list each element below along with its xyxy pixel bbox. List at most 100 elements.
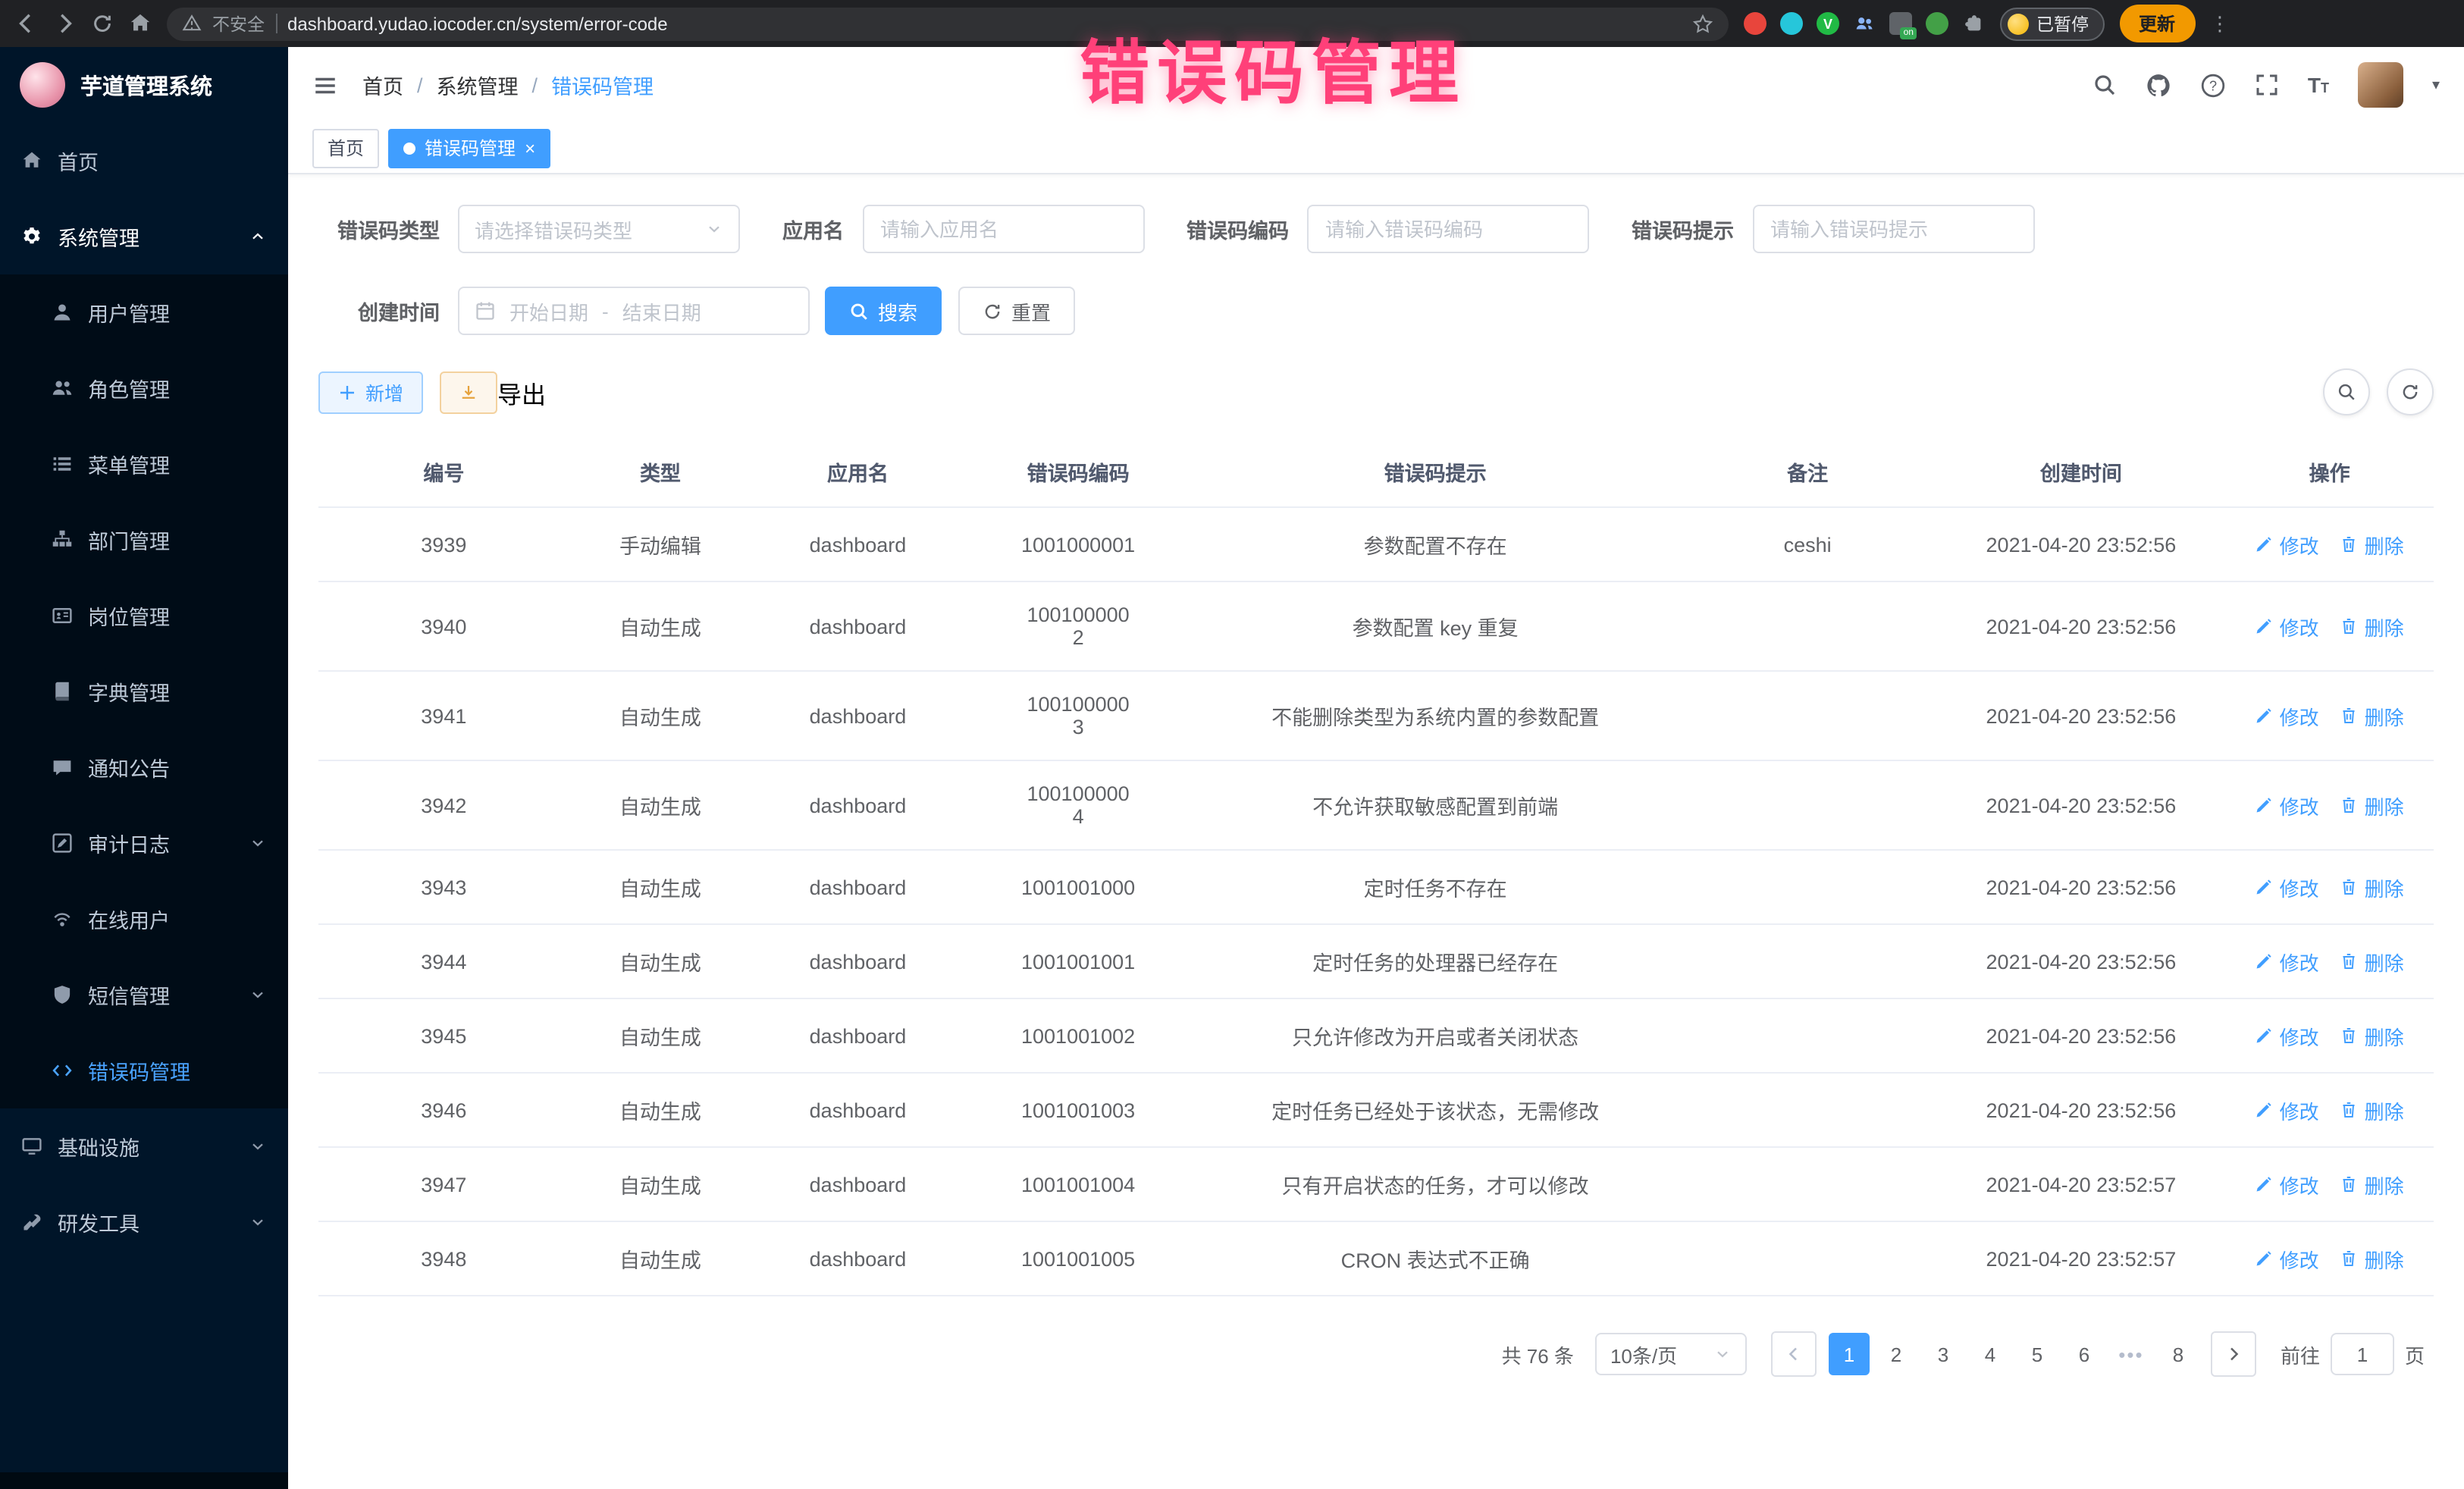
sidebar-item-7[interactable]: 字典管理 (0, 654, 288, 729)
goto-page-input[interactable] (2331, 1333, 2394, 1375)
sidebar-item-8[interactable]: 通知公告 (0, 729, 288, 805)
cell-hint: 定时任务的处理器已经存在 (1192, 924, 1678, 998)
edit-link[interactable]: 修改 (2256, 530, 2319, 559)
sidebar-item-5[interactable]: 部门管理 (0, 502, 288, 578)
edit-link[interactable]: 修改 (2256, 1170, 2319, 1199)
extension-pin-icon[interactable] (1780, 12, 1803, 35)
more-pages-icon[interactable]: ••• (2111, 1333, 2152, 1375)
delete-link[interactable]: 删除 (2340, 1170, 2404, 1199)
sidebar-item-14[interactable]: 研发工具 (0, 1184, 288, 1260)
delete-link[interactable]: 删除 (2340, 530, 2404, 559)
delete-link[interactable]: 删除 (2340, 1096, 2404, 1124)
fullscreen-icon[interactable] (2255, 73, 2279, 97)
page-number-3[interactable]: 3 (1923, 1333, 1964, 1375)
extension-people-icon[interactable] (1853, 12, 1876, 35)
edit-link[interactable]: 修改 (2256, 947, 2319, 976)
edit-link[interactable]: 修改 (2256, 612, 2319, 641)
search-button[interactable]: 搜索 (825, 287, 942, 335)
tag-0[interactable]: 首页 (312, 128, 379, 168)
cell-id: 3941 (318, 671, 569, 760)
breadcrumb-item[interactable]: 首页 (362, 70, 403, 100)
page-number-4[interactable]: 4 (1970, 1333, 2011, 1375)
edit-link[interactable]: 修改 (2256, 1021, 2319, 1050)
add-button[interactable]: 新增 (318, 371, 423, 413)
user-avatar[interactable] (2358, 62, 2403, 108)
browser-home-icon[interactable] (129, 12, 152, 35)
sidebar-item-11[interactable]: 短信管理 (0, 957, 288, 1033)
sidebar-item-4[interactable]: 菜单管理 (0, 426, 288, 502)
font-size-icon[interactable]: TT (2308, 73, 2329, 97)
browser-update-button[interactable]: 更新 (2119, 5, 2195, 42)
delete-link[interactable]: 删除 (2340, 1244, 2404, 1273)
toggle-search-button[interactable] (2323, 368, 2370, 415)
date-range-picker[interactable]: 开始日期 - 结束日期 (458, 287, 810, 335)
bookmark-star-icon[interactable] (1692, 13, 1713, 34)
extension-record-icon[interactable] (1744, 12, 1766, 35)
hamburger-icon[interactable] (312, 72, 338, 98)
table-row: 3948 自动生成 dashboard 1001001005 CRON 表达式不… (318, 1221, 2434, 1296)
sidebar-item-13[interactable]: 基础设施 (0, 1108, 288, 1184)
page-number-8[interactable]: 8 (2158, 1333, 2199, 1375)
app-name-input[interactable] (862, 205, 1144, 253)
github-icon[interactable] (2146, 72, 2171, 98)
cell-app: dashboard (751, 760, 964, 850)
extension-on-icon[interactable]: on (1889, 12, 1912, 35)
tag-1[interactable]: 错误码管理× (388, 128, 550, 168)
avatar-caret-icon[interactable]: ▾ (2432, 77, 2440, 93)
edit-link[interactable]: 修改 (2256, 1096, 2319, 1124)
edit-link[interactable]: 修改 (2256, 873, 2319, 901)
browser-forward-icon[interactable] (53, 12, 76, 35)
error-type-select[interactable]: 请选择错误码类型 (458, 205, 740, 253)
edit-link[interactable]: 修改 (2256, 791, 2319, 820)
page-number-5[interactable]: 5 (2017, 1333, 2058, 1375)
search-icon[interactable] (2093, 73, 2117, 97)
browser-reload-icon[interactable] (91, 12, 114, 35)
sidebar-item-1[interactable]: 系统管理 (0, 199, 288, 274)
browser-menu-icon[interactable]: ⋮ (2210, 11, 2230, 36)
error-code-input[interactable] (1307, 205, 1589, 253)
delete-link[interactable]: 删除 (2340, 947, 2404, 976)
browser-profile-chip[interactable]: 已暂停 (2000, 7, 2104, 40)
sidebar-item-0[interactable]: 首页 (0, 123, 288, 199)
url-bar[interactable]: 不安全 dashboard.yudao.iocoder.cn/system/er… (167, 7, 1729, 40)
table-row: 3943 自动生成 dashboard 1001001000 定时任务不存在 2… (318, 850, 2434, 924)
sidebar-item-12[interactable]: 错误码管理 (0, 1033, 288, 1108)
page-number-1[interactable]: 1 (1829, 1333, 1870, 1375)
delete-link[interactable]: 删除 (2340, 873, 2404, 901)
cell-hint: 只有开启状态的任务，才可以修改 (1192, 1147, 1678, 1221)
goto-page: 前往 页 (2281, 1333, 2425, 1375)
edit-link[interactable]: 修改 (2256, 1244, 2319, 1273)
extension-green-icon[interactable] (1926, 12, 1948, 35)
delete-link[interactable]: 删除 (2340, 791, 2404, 820)
page-number-2[interactable]: 2 (1876, 1333, 1917, 1375)
help-icon[interactable]: ? (2200, 72, 2226, 98)
delete-link[interactable]: 删除 (2340, 612, 2404, 641)
delete-link[interactable]: 删除 (2340, 1021, 2404, 1050)
export-button[interactable] (440, 371, 497, 413)
table-header-row: 编号类型应用名错误码编码错误码提示备注创建时间操作 (318, 437, 2434, 507)
refresh-table-button[interactable] (2387, 368, 2434, 415)
prev-page-button[interactable] (1771, 1331, 1817, 1377)
table-row: 3947 自动生成 dashboard 1001001004 只有开启状态的任务… (318, 1147, 2434, 1221)
reset-button[interactable]: 重置 (958, 287, 1075, 335)
sidebar-logo[interactable]: 芋道管理系统 (0, 47, 288, 123)
page-size-select[interactable]: 10条/页 (1595, 1333, 1747, 1375)
browser-back-icon[interactable] (15, 12, 38, 35)
sidebar-item-9[interactable]: 审计日志 (0, 805, 288, 881)
sidebar-item-3[interactable]: 角色管理 (0, 350, 288, 426)
breadcrumb-item[interactable]: 系统管理 (437, 70, 519, 100)
sidebar-item-6[interactable]: 岗位管理 (0, 578, 288, 654)
sidebar-item-10[interactable]: 在线用户 (0, 881, 288, 957)
delete-icon (2340, 1101, 2359, 1119)
page-number-6[interactable]: 6 (2064, 1333, 2105, 1375)
edit-link[interactable]: 修改 (2256, 701, 2319, 730)
extension-v-icon[interactable]: V (1817, 12, 1839, 35)
puzzle-extensions-icon[interactable] (1962, 12, 1985, 35)
profile-emoji-icon (2008, 13, 2029, 34)
close-tag-icon[interactable]: × (525, 139, 535, 157)
delete-link[interactable]: 删除 (2340, 701, 2404, 730)
sidebar-item-2[interactable]: 用户管理 (0, 274, 288, 350)
breadcrumb-item[interactable]: 错误码管理 (551, 70, 654, 100)
error-hint-input[interactable] (1752, 205, 2034, 253)
next-page-button[interactable] (2211, 1331, 2256, 1377)
